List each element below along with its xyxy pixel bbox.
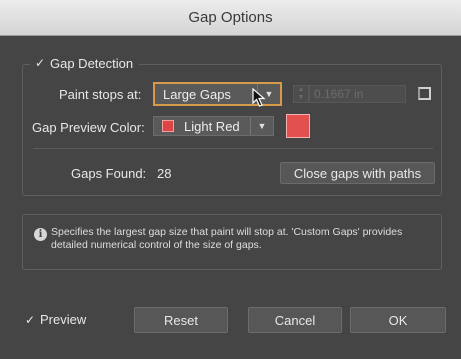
gap-preview-dropdown[interactable]: Light Red ▼	[153, 116, 274, 136]
title-bar: Gap Options	[0, 0, 461, 36]
constrain-icon[interactable]	[418, 87, 431, 100]
divider	[33, 148, 433, 149]
ok-button[interactable]: OK	[350, 307, 446, 333]
gap-detection-label: Gap Detection	[50, 55, 134, 71]
paint-stops-value: Large Gaps	[163, 86, 231, 102]
custom-gap-size-field: 0.1667 in	[309, 85, 406, 103]
chevron-down-icon: ▼	[250, 117, 273, 135]
reset-button[interactable]: Reset	[134, 307, 228, 333]
preview-toggle[interactable]: ✓ Preview	[24, 312, 86, 327]
custom-color-swatch-button[interactable]	[286, 114, 310, 138]
gap-detection-checkbox[interactable]: ✓	[34, 57, 46, 69]
gaps-found-count: 28	[157, 166, 172, 181]
cancel-button[interactable]: Cancel	[248, 307, 342, 333]
mouse-cursor-icon	[252, 88, 266, 107]
window-title: Gap Options	[188, 9, 273, 26]
close-gaps-button[interactable]: Close gaps with paths	[280, 162, 435, 184]
gap-preview-value: Light Red	[184, 118, 240, 134]
info-icon: i	[34, 228, 47, 241]
gaps-found-label: Gaps Found:	[71, 166, 147, 181]
gap-preview-label: Gap Preview Color:	[32, 120, 145, 135]
color-swatch	[162, 120, 174, 132]
preview-label: Preview	[40, 312, 87, 327]
preview-checkbox[interactable]: ✓	[24, 314, 36, 326]
info-text: Specifies the largest gap size that pain…	[51, 226, 403, 251]
paint-stops-label: Paint stops at:	[59, 87, 142, 102]
gap-detection-toggle[interactable]: ✓ Gap Detection	[30, 54, 140, 72]
size-stepper: ▲ ▼	[293, 85, 309, 103]
